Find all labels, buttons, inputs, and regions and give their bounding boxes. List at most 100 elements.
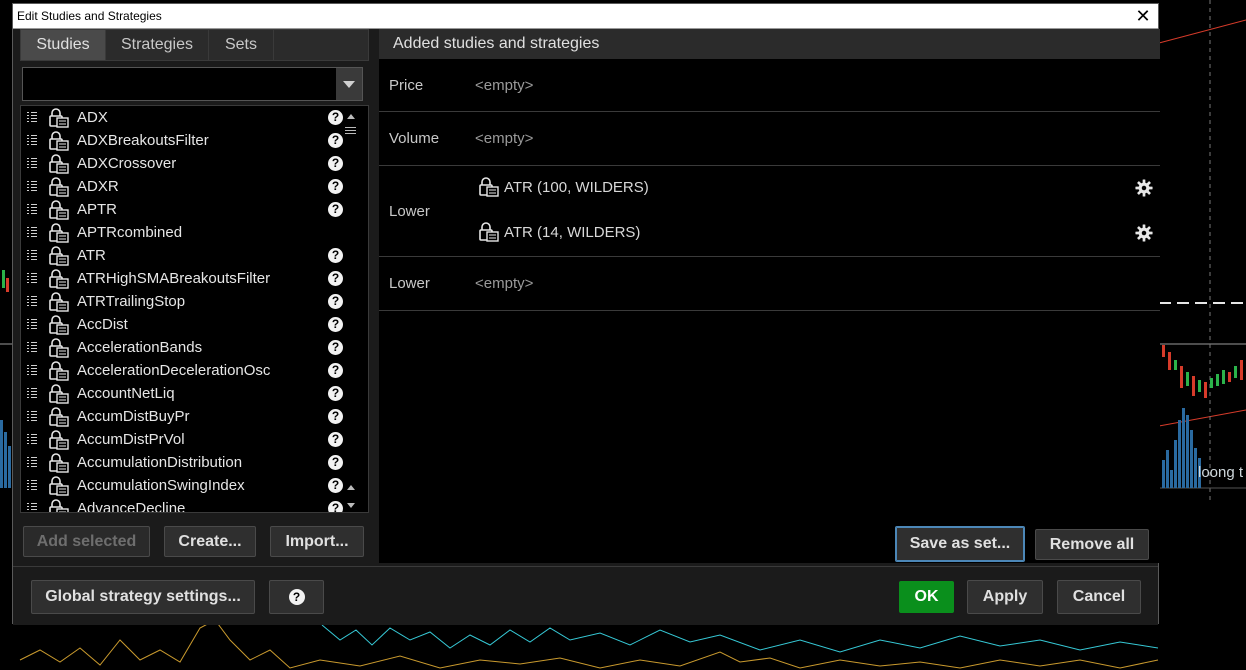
list-item[interactable]: APTRcombined [21,221,347,244]
list-item[interactable]: AccumulationSwingIndex? [21,474,347,497]
list-item[interactable]: ADX? [21,106,347,129]
volume-row[interactable]: Volume <empty> [379,112,1160,166]
cancel-button[interactable]: Cancel [1057,580,1141,614]
lock-icon [49,315,69,335]
help-icon[interactable]: ? [328,110,343,125]
tab-sets[interactable]: Sets [209,30,274,60]
list-item[interactable]: AdvanceDecline? [21,497,347,513]
study-name: ADX [77,109,108,126]
window-title: Edit Studies and Strategies [17,9,162,23]
tab-studies[interactable]: Studies [21,30,106,60]
scroll-up-icon[interactable] [347,114,355,119]
list-item[interactable]: ATR? [21,244,347,267]
gear-icon[interactable] [1135,224,1153,242]
ok-button[interactable]: OK [899,581,954,613]
drag-handle-icon[interactable] [27,181,37,192]
add-selected-button[interactable]: Add selected [23,526,150,557]
list-item[interactable]: ADXCrossover? [21,152,347,175]
list-item[interactable]: ADXBreakoutsFilter? [21,129,347,152]
lock-icon [479,222,499,242]
tab-strategies[interactable]: Strategies [106,30,209,60]
help-icon[interactable]: ? [328,432,343,447]
help-icon[interactable]: ? [328,133,343,148]
help-icon[interactable]: ? [328,317,343,332]
help-icon[interactable]: ? [328,386,343,401]
drag-handle-icon[interactable] [27,365,37,376]
study-name: AdvanceDecline [77,500,186,513]
help-icon[interactable]: ? [328,248,343,263]
scroll-down-icon[interactable] [347,503,355,508]
lock-icon [49,338,69,358]
drag-handle-icon[interactable] [27,388,37,399]
help-icon[interactable]: ? [328,455,343,470]
save-as-set-button[interactable]: Save as set... [895,526,1025,562]
apply-button[interactable]: Apply [967,580,1043,614]
list-item[interactable]: AccumulationDistribution? [21,451,347,474]
drag-handle-icon[interactable] [27,319,37,330]
drag-handle-icon[interactable] [27,411,37,422]
study-name: ATR [77,247,106,264]
study-filter-input[interactable] [22,67,363,101]
help-icon[interactable]: ? [328,179,343,194]
study-list-scrollbar[interactable] [342,105,359,513]
drag-handle-icon[interactable] [27,503,37,512]
drag-handle-icon[interactable] [27,112,37,123]
import-button[interactable]: Import... [270,526,364,557]
help-icon[interactable]: ? [328,294,343,309]
list-item[interactable]: ATRHighSMABreakoutsFilter? [21,267,347,290]
panel-title: Added studies and strategies [393,35,600,52]
help-icon[interactable]: ? [328,156,343,171]
list-item[interactable]: AccountNetLiq? [21,382,347,405]
scroll-thumb[interactable] [345,127,356,137]
lock-icon [49,177,69,197]
remove-all-button[interactable]: Remove all [1035,529,1149,560]
drag-handle-icon[interactable] [27,296,37,307]
drag-handle-icon[interactable] [27,480,37,491]
price-row[interactable]: Price <empty> [379,59,1160,112]
help-icon[interactable]: ? [328,202,343,217]
scroll-page-up-icon[interactable] [347,485,355,490]
lock-icon [49,108,69,128]
gear-icon[interactable] [1135,179,1153,197]
close-icon[interactable]: ✕ [1128,4,1158,29]
drag-handle-icon[interactable] [27,250,37,261]
chevron-down-icon[interactable] [336,68,362,100]
study-name: ATR (100, WILDERS) [504,179,649,196]
list-item[interactable]: APTR? [21,198,347,221]
lock-icon [49,476,69,496]
help-icon[interactable]: ? [328,363,343,378]
drag-handle-icon[interactable] [27,342,37,353]
list-item[interactable]: AccumDistPrVol? [21,428,347,451]
create-button[interactable]: Create... [164,526,256,557]
drag-handle-icon[interactable] [27,227,37,238]
help-icon[interactable]: ? [328,340,343,355]
drag-handle-icon[interactable] [27,434,37,445]
help-icon: ? [288,588,305,605]
list-item[interactable]: AccDist? [21,313,347,336]
help-icon[interactable]: ? [328,271,343,286]
help-button[interactable]: ? [269,580,324,614]
drag-handle-icon[interactable] [27,135,37,146]
help-icon[interactable]: ? [328,478,343,493]
list-item[interactable]: ATRTrailingStop? [21,290,347,313]
study-list: ADX? ADXBreakoutsFilter? ADXCrossover? ADXR… [20,105,369,513]
lock-icon [479,177,499,197]
lock-icon [49,407,69,427]
help-icon[interactable]: ? [328,501,343,512]
list-item[interactable]: AccumDistBuyPr? [21,405,347,428]
lower-row-2[interactable]: Lower <empty> [379,257,1160,311]
row-label-lower: Lower [389,203,430,220]
help-icon[interactable]: ? [328,409,343,424]
study-name: APTR [77,201,118,218]
global-strategy-settings-button[interactable]: Global strategy settings... [31,580,255,614]
lower-row-1[interactable]: Lower ATR (100, WILDERS) ATR (14, WILDER… [379,166,1160,257]
drag-handle-icon[interactable] [27,273,37,284]
study-name: AccumulationSwingIndex [77,477,245,494]
drag-handle-icon[interactable] [27,457,37,468]
list-item[interactable]: ADXR? [21,175,347,198]
list-item[interactable]: AccelerationBands? [21,336,347,359]
drag-handle-icon[interactable] [27,158,37,169]
row-label-price: Price [389,77,424,94]
list-item[interactable]: AccelerationDecelerationOsc? [21,359,347,382]
drag-handle-icon[interactable] [27,204,37,215]
